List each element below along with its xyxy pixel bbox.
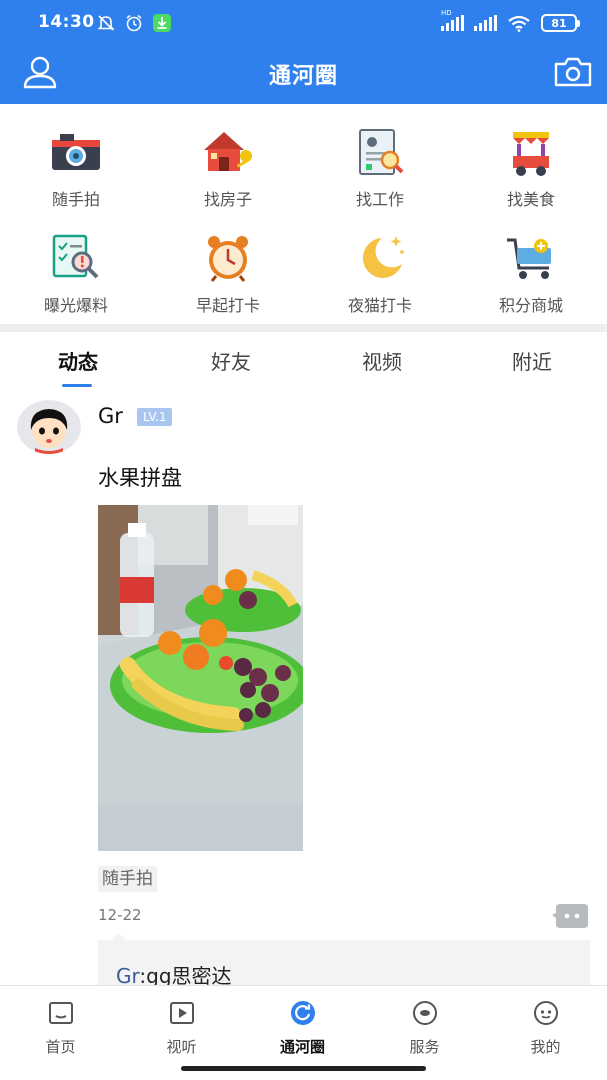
grid-item-early-checkin[interactable]: 早起打卡 [152,210,304,316]
signal-icon [474,15,497,31]
top-bar: 14:30 HD 81 通河圈 [0,0,607,104]
nav-label: 服务 [409,1038,440,1056]
grid-item-label: 找工作 [355,190,404,209]
level-badge: LV.1 [137,408,173,426]
tab-friends[interactable]: 好友 [155,346,307,375]
status-bar: 14:30 HD 81 [0,0,607,46]
house-key-icon [204,132,252,171]
mute-icon [97,15,115,31]
post-text: 水果拼盘 [98,466,182,490]
home-icon [48,1002,73,1024]
profile-icon [533,1001,558,1025]
grid-item-label: 早起打卡 [195,296,260,315]
service-icon [412,1001,437,1025]
grid-item-label: 随手拍 [51,190,100,209]
active-tab-indicator [62,384,92,387]
feed-tabs: 动态 好友 视频 附近 [0,332,607,390]
nav-label: 首页 [45,1038,76,1056]
comment-icon[interactable] [552,904,588,928]
grid-item-label: 积分商城 [498,296,563,315]
grid-item-label: 找房子 [203,190,252,209]
home-indicator[interactable] [181,1066,426,1071]
nav-label: 通河圈 [279,1038,325,1056]
quick-entry-grid: 随手拍 找房子 找工作 找美食 曝光爆料 早起打卡 夜猫打卡 积分商城 [0,104,607,324]
status-time: 14:30 [38,12,95,32]
moon-icon [362,236,404,278]
avatar[interactable] [17,400,81,454]
grid-item-food[interactable]: 找美食 [455,104,607,210]
grid-item-points-mall[interactable]: 积分商城 [455,210,607,316]
app-header: 通河圈 [0,46,607,104]
status-right: HD 81 [441,9,580,34]
circle-refresh-icon [290,1001,315,1025]
nav-service[interactable]: 服务 [364,1000,485,1057]
nav-label: 我的 [530,1038,561,1056]
play-icon [169,1002,194,1024]
post-photo[interactable] [98,505,303,851]
nav-label: 视听 [166,1038,197,1056]
nav-media[interactable]: 视听 [121,1000,242,1057]
tab-nearby[interactable]: 附近 [456,346,607,375]
tab-dynamic[interactable]: 动态 [2,346,154,375]
post-tag[interactable]: 随手拍 [98,866,157,892]
camera-icon [52,134,100,170]
nav-tonghe-circle[interactable]: 通河圈 [242,1000,363,1057]
grid-item-label: 夜猫打卡 [347,296,412,315]
food-cart-icon [513,132,549,176]
page-title: 通河圈 [268,64,338,89]
net-badge: HD [441,9,452,17]
camera-icon[interactable] [553,55,593,89]
post-username[interactable]: Gr [98,404,123,428]
wifi-icon [508,15,530,32]
grid-item-house[interactable]: 找房子 [152,104,304,210]
grid-item-photo[interactable]: 随手拍 [0,104,152,210]
tab-video[interactable]: 视频 [306,346,458,375]
grid-item-label: 曝光爆料 [43,296,108,315]
shopping-cart-icon [507,238,551,279]
battery-level: 81 [551,16,567,30]
nav-mine[interactable]: 我的 [485,1000,606,1057]
signal-icon: HD [441,9,464,31]
nav-home[interactable]: 首页 [0,1000,121,1057]
grid-item-night-checkin[interactable]: 夜猫打卡 [304,210,456,316]
section-divider [0,324,607,332]
grid-item-job[interactable]: 找工作 [304,104,456,210]
battery-icon: 81 [541,14,580,32]
grid-item-label: 找美食 [506,190,555,209]
grid-item-report[interactable]: 曝光爆料 [0,210,152,316]
post-date: 12-22 [98,906,142,924]
download-app-icon [153,14,171,32]
alarm-icon [126,14,142,32]
report-search-icon [52,234,99,279]
alarm-clock-icon [208,236,248,282]
resume-search-icon [359,129,404,175]
